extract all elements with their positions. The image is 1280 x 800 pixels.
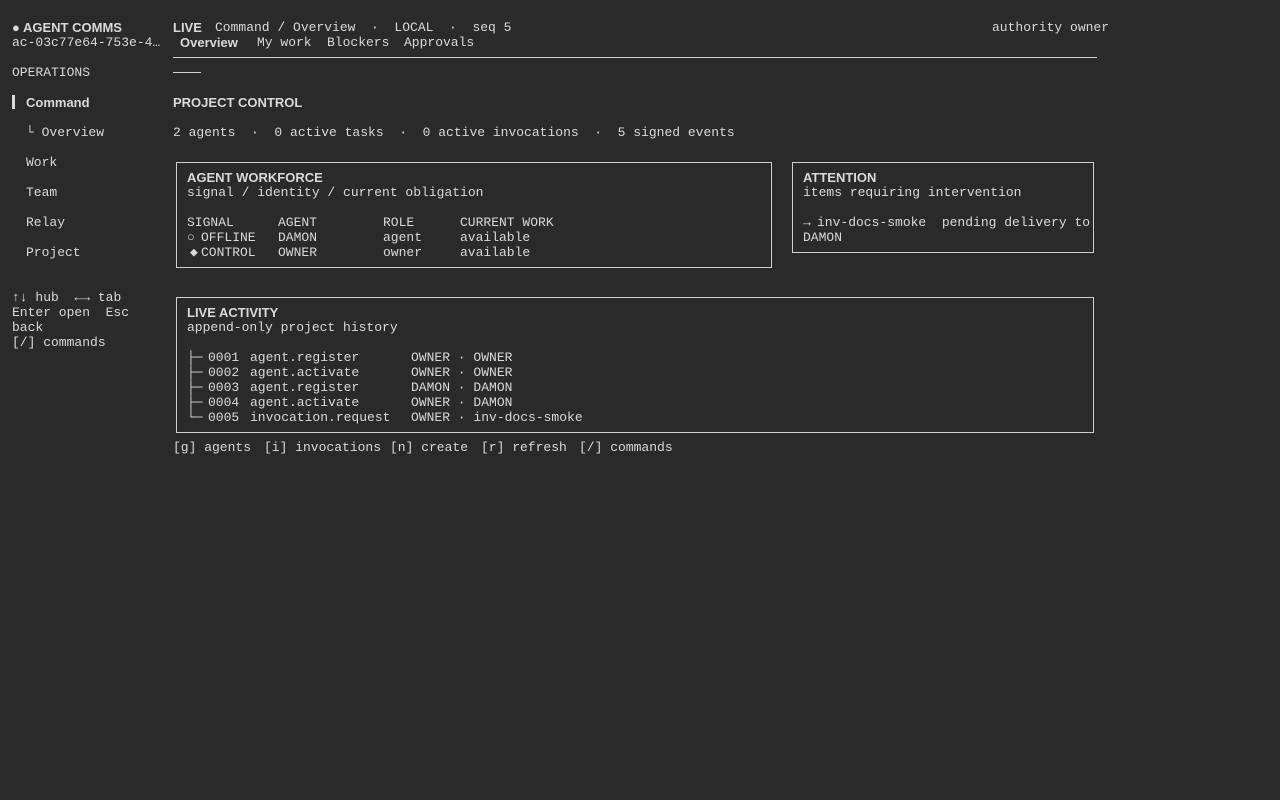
status-dot-icon: ● [12, 20, 20, 35]
tree-branch-icon: ├─ [187, 350, 203, 365]
attention-item-line2: DAMON [803, 230, 843, 245]
sidebar-item-overview[interactable]: └ Overview [26, 125, 104, 140]
signal-cell: CONTROL [201, 245, 256, 260]
help-enter: Enter open Esc [12, 305, 130, 320]
column-header-agent: AGENT [278, 215, 318, 230]
sidebar-item-relay[interactable]: Relay [26, 215, 65, 230]
offline-icon: ○ [187, 230, 195, 245]
signal-cell: OFFLINE [201, 230, 256, 245]
command-agents[interactable]: [g] agents [173, 440, 251, 455]
column-header-role: ROLE [383, 215, 415, 230]
help-tab-label: tab [97, 290, 122, 305]
tab-underline [173, 72, 201, 73]
breadcrumb: Command / Overview · LOCAL · seq 5 [215, 20, 512, 35]
sidebar-item-work[interactable]: Work [26, 155, 57, 170]
page-title: PROJECT CONTROL [173, 95, 303, 110]
tree-branch-icon: ├─ [187, 380, 203, 395]
activity-panel: LIVE ACTIVITY append-only project histor… [176, 297, 1094, 433]
activity-title: LIVE ACTIVITY [187, 305, 279, 320]
tab-my-work[interactable]: My work [257, 35, 312, 50]
event-actor: OWNER · OWNER [411, 350, 513, 365]
help-back: back [12, 320, 44, 335]
event-type: agent.register [250, 380, 360, 395]
attention-panel: ATTENTION items requiring intervention →… [792, 162, 1094, 253]
column-header-signal: SIGNAL [187, 215, 234, 230]
event-seq: 0004 [208, 395, 240, 410]
tree-end-icon: └─ [187, 410, 203, 425]
help-commands: [/] commands [12, 335, 106, 350]
event-actor: OWNER · DAMON [411, 395, 513, 410]
work-cell: available [460, 230, 531, 245]
brand-name: AGENT COMMS [23, 20, 122, 35]
help-nav: ↑↓ hub ←→ tab [12, 290, 121, 305]
event-type: invocation.request [250, 410, 391, 425]
up-down-arrows-icon: ↑↓ [12, 290, 28, 305]
role-cell: agent [383, 230, 423, 245]
command-palette[interactable]: [/] commands [579, 440, 673, 455]
control-diamond-icon: ◆ [190, 245, 198, 260]
event-actor: OWNER · inv-docs-smoke [411, 410, 583, 425]
command-invocations[interactable]: [i] invocations [264, 440, 381, 455]
attention-subtitle: items requiring intervention [803, 185, 1022, 200]
agent-cell: DAMON [278, 230, 318, 245]
left-right-arrows-icon: ←→ [74, 290, 91, 305]
tree-branch-icon: ├─ [187, 395, 203, 410]
activity-subtitle: append-only project history [187, 320, 398, 335]
brand: ● AGENT COMMS [12, 20, 122, 35]
event-seq: 0003 [208, 380, 240, 395]
column-header-current-work: CURRENT WORK [460, 215, 554, 230]
event-seq: 0005 [208, 410, 240, 425]
active-indicator [12, 95, 15, 109]
role-cell: owner [383, 245, 423, 260]
event-actor: DAMON · DAMON [411, 380, 513, 395]
authority-label: authority owner [992, 20, 1110, 35]
attention-title: ATTENTION [803, 170, 877, 185]
event-type: agent.activate [250, 395, 360, 410]
tab-overview[interactable]: Overview [180, 35, 238, 50]
command-create[interactable]: [n] create [390, 440, 468, 455]
attention-item-line1: inv-docs-smoke pending delivery to [817, 215, 1091, 230]
event-actor: OWNER · OWNER [411, 365, 513, 380]
sidebar-item-command[interactable]: Command [26, 95, 90, 110]
live-status: LIVE [173, 20, 202, 35]
header-divider [173, 57, 1097, 58]
help-hub-label: hub [35, 290, 59, 305]
event-type: agent.activate [250, 365, 360, 380]
event-type: agent.register [250, 350, 360, 365]
arrow-right-icon: → [803, 215, 811, 230]
event-seq: 0001 [208, 350, 240, 365]
workforce-panel: AGENT WORKFORCE signal / identity / curr… [176, 162, 772, 268]
tab-blockers[interactable]: Blockers [327, 35, 389, 50]
sidebar-item-team[interactable]: Team [26, 185, 57, 200]
session-id: ac-03c77e64-753e-4… [12, 35, 161, 50]
tree-branch-icon: ├─ [187, 365, 203, 380]
command-refresh[interactable]: [r] refresh [481, 440, 567, 455]
workforce-title: AGENT WORKFORCE [187, 170, 323, 185]
tab-approvals[interactable]: Approvals [404, 35, 474, 50]
event-seq: 0002 [208, 365, 240, 380]
workforce-subtitle: signal / identity / current obligation [187, 185, 484, 200]
summary-line: 2 agents · 0 active tasks · 0 active inv… [173, 125, 735, 140]
sidebar-item-project[interactable]: Project [26, 245, 81, 260]
section-heading: OPERATIONS [12, 65, 91, 80]
work-cell: available [460, 245, 531, 260]
agent-cell: OWNER [278, 245, 318, 260]
